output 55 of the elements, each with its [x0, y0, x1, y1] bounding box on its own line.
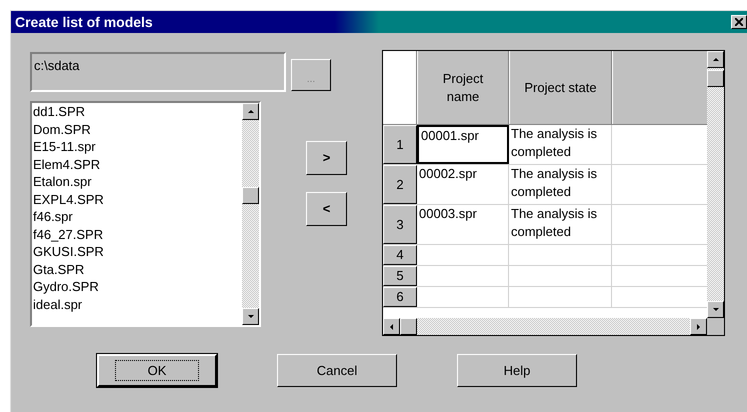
file-list-item[interactable]: Gta.SPR: [32, 260, 242, 278]
file-list-item[interactable]: GKUSI.SPR: [32, 243, 242, 260]
file-list-item[interactable]: Dom.SPR: [32, 120, 242, 138]
file-list-item[interactable]: ideal.spr: [32, 296, 242, 313]
arrow-left-icon: [388, 322, 396, 330]
column-header[interactable]: Project name: [417, 51, 509, 124]
arrow-up-icon: [712, 56, 720, 64]
arrow-down-icon: [246, 312, 254, 320]
file-list[interactable]: dd1.SPR Dom.SPR E15-11.spr Elem4.SPR Etalon.spr EXPL4.SPR f46.spr f46_27.SPR GKUSI.SPR Gta.SPR Gydro.SPR ideal.spr: [30, 101, 261, 327]
dialog-button[interactable]: OK: [97, 354, 217, 387]
scrollbar-thumb[interactable]: [242, 187, 259, 204]
table-cell: The analysis is completed: [509, 125, 612, 164]
table-cell: 00002.spr: [417, 165, 509, 204]
file-list-item[interactable]: Elem4.SPR: [32, 156, 242, 173]
horizontal-scrollbar[interactable]: [383, 318, 707, 335]
row-header[interactable]: 1: [383, 125, 417, 164]
arrow-up-icon: [246, 108, 254, 116]
file-list-item[interactable]: Etalon.spr: [32, 173, 242, 190]
vertical-scrollbar[interactable]: [242, 103, 259, 325]
scrollbar-thumb[interactable]: [400, 318, 417, 335]
dialog-button[interactable]: Cancel: [277, 354, 397, 387]
file-list-item[interactable]: E15-11.spr: [32, 138, 242, 156]
path-field[interactable]: c:\sdata: [30, 52, 286, 92]
move-button[interactable]: >: [306, 141, 347, 175]
vertical-scrollbar[interactable]: [707, 51, 724, 318]
scroll-up-button[interactable]: [242, 103, 259, 120]
arrow-down-icon: [712, 306, 720, 314]
table-cell: The analysis is completed: [509, 205, 612, 244]
move-button[interactable]: <: [306, 192, 347, 226]
scroll-down-button[interactable]: [707, 301, 724, 318]
row-header[interactable]: 6: [383, 287, 417, 307]
table-cell: The analysis is completed: [509, 165, 612, 204]
file-list-item[interactable]: f46.spr: [32, 208, 242, 226]
scroll-left-button[interactable]: [383, 318, 400, 335]
table-cell: 00001.spr: [417, 125, 509, 164]
dialog-button[interactable]: Help: [457, 354, 577, 387]
close-button[interactable]: [731, 15, 747, 29]
arrow-right-icon: [694, 322, 702, 330]
file-list-item[interactable]: f46_27.SPR: [32, 226, 242, 243]
file-list-item[interactable]: dd1.SPR: [32, 103, 242, 120]
row-header[interactable]: 4: [383, 245, 417, 265]
scroll-up-button[interactable]: [707, 51, 724, 68]
row-header[interactable]: 5: [383, 266, 417, 286]
table-cell: 00003.spr: [417, 205, 509, 244]
row-header[interactable]: 3: [383, 205, 417, 244]
scrollbar-thumb[interactable]: [707, 70, 724, 87]
scroll-down-button[interactable]: [242, 308, 259, 325]
column-header[interactable]: Project state: [509, 51, 612, 124]
file-list-item[interactable]: Gydro.SPR: [32, 278, 242, 296]
window-title: Create list of models: [15, 12, 153, 32]
file-list-item[interactable]: EXPL4.SPR: [32, 190, 242, 208]
row-header[interactable]: 2: [383, 165, 417, 204]
scrollbar-corner: [707, 318, 724, 335]
close-icon: [735, 18, 743, 26]
scroll-right-button[interactable]: [690, 318, 707, 335]
